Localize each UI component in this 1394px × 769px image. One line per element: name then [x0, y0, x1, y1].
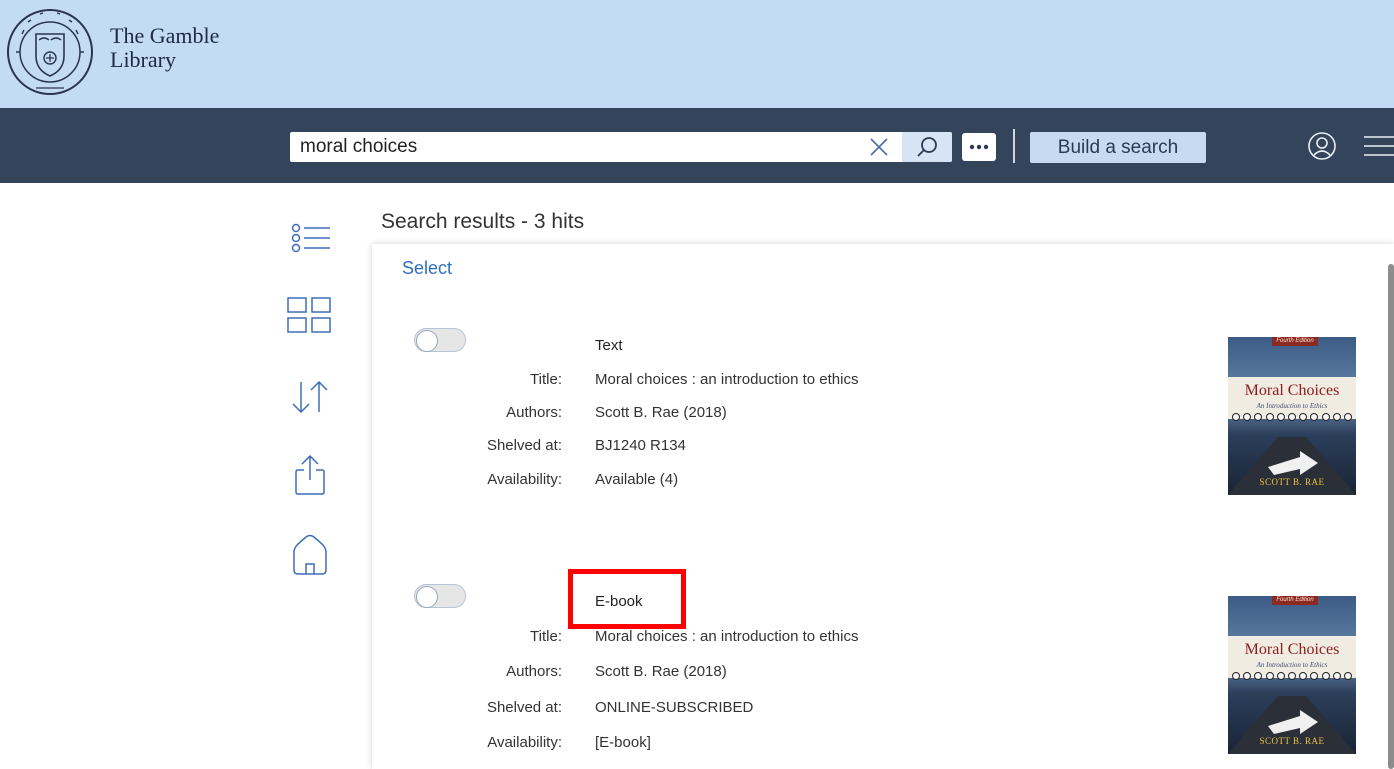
share-export-icon[interactable]: [286, 454, 334, 502]
record-availability: Available (4): [595, 471, 679, 488]
cover-author: SCOTT B. RAE: [1259, 736, 1325, 746]
cover-edition: Fourth Edition: [1272, 337, 1318, 346]
hamburger-menu-icon[interactable]: [1364, 130, 1394, 162]
authors-label: Authors:: [506, 663, 562, 680]
cover-title: Moral Choices: [1244, 382, 1340, 399]
title-label: Title:: [530, 628, 562, 645]
record-title[interactable]: Moral choices : an introduction to ethic…: [595, 628, 858, 645]
availability-label: Availability:: [487, 471, 562, 488]
authors-label: Authors:: [506, 404, 562, 421]
availability-label: Availability:: [487, 734, 562, 751]
result-record-1: Text Title: Moral choices : an introduct…: [372, 324, 1394, 504]
cover-edition: Fourth Edition: [1272, 596, 1318, 605]
select-record-toggle[interactable]: [414, 584, 466, 608]
search-icon: [917, 137, 937, 157]
library-name-line1: The Gamble: [110, 23, 220, 48]
home-icon[interactable]: [286, 532, 334, 580]
record-authors: Scott B. Rae (2018): [595, 663, 727, 680]
college-seal-logo[interactable]: [6, 4, 94, 100]
cover-dots: [1232, 413, 1352, 423]
toolbar-divider: [1013, 129, 1015, 163]
record-authors: Scott B. Rae (2018): [595, 404, 727, 421]
user-account-icon[interactable]: [1306, 130, 1338, 162]
cover-dots: [1232, 672, 1352, 682]
book-cover-image[interactable]: Fourth Edition Moral Choices An Introduc…: [1228, 337, 1356, 495]
select-link[interactable]: Select: [402, 258, 452, 279]
select-record-toggle[interactable]: [414, 328, 466, 352]
results-heading: Search results - 3 hits: [381, 210, 585, 233]
cover-author: SCOTT B. RAE: [1259, 477, 1325, 487]
record-availability: [E-book]: [595, 734, 651, 751]
more-options-button[interactable]: [962, 133, 996, 161]
record-title[interactable]: Moral choices : an introduction to ethic…: [595, 371, 858, 388]
library-banner: The Gamble Library: [0, 0, 1394, 108]
shelved-label: Shelved at:: [486, 699, 562, 716]
shelved-label: Shelved at:: [486, 437, 562, 454]
cover-title: Moral Choices: [1244, 641, 1340, 658]
record-shelfmark: ONLINE-SUBSCRIBED: [595, 699, 754, 716]
build-search-button[interactable]: Build a search: [1030, 132, 1206, 163]
search-navigation-bar: Build a search: [0, 108, 1394, 183]
search-box: [290, 132, 952, 162]
search-button[interactable]: [902, 132, 952, 162]
cover-subtitle: An Introduction to Ethics: [1256, 661, 1328, 669]
clear-search-icon[interactable]: [866, 134, 892, 160]
library-name-line2: Library: [110, 47, 176, 72]
search-input[interactable]: [290, 132, 860, 162]
book-cover-image[interactable]: Fourth Edition Moral Choices An Introduc…: [1228, 596, 1356, 754]
grid-view-icon[interactable]: [286, 294, 334, 342]
results-panel: Select Text Title: Moral choices : an in…: [372, 244, 1394, 769]
record-type: Text: [595, 337, 623, 354]
ellipsis-icon: [969, 144, 989, 150]
list-view-icon[interactable]: [286, 218, 334, 266]
sort-icon[interactable]: [286, 376, 334, 424]
result-record-2: E-book Title: Moral choices : an introdu…: [372, 580, 1394, 760]
cover-subtitle: An Introduction to Ethics: [1256, 402, 1328, 410]
library-name[interactable]: The Gamble Library: [110, 24, 219, 72]
title-label: Title:: [530, 371, 562, 388]
record-shelfmark: BJ1240 R134: [595, 437, 686, 454]
highlight-box: [568, 569, 686, 629]
